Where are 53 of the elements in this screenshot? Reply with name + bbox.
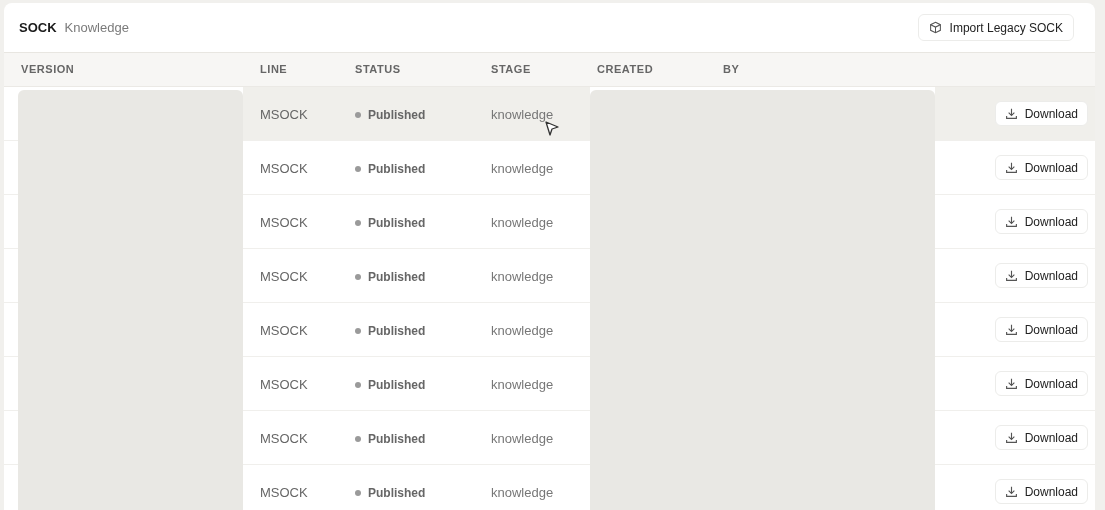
status-label: Published xyxy=(368,484,426,502)
download-icon xyxy=(1004,161,1018,174)
table-row-section[interactable]: MSOCK Published knowledge xyxy=(243,87,590,140)
download-icon xyxy=(1004,269,1018,282)
line-cell: MSOCK xyxy=(260,268,308,284)
line-cell: MSOCK xyxy=(260,430,308,446)
download-icon xyxy=(1004,107,1018,120)
download-button[interactable]: Download xyxy=(994,479,1088,504)
cursor-icon xyxy=(544,120,560,137)
download-button[interactable]: Download xyxy=(994,317,1088,342)
stage-cell: knowledge xyxy=(491,214,554,230)
table-row-section[interactable]: Download xyxy=(935,87,1095,140)
stage-cell: knowledge xyxy=(491,106,554,122)
download-button[interactable]: Download xyxy=(994,209,1088,234)
stage-cell: knowledge xyxy=(491,484,554,500)
status-label: Published xyxy=(368,376,426,394)
download-icon xyxy=(1004,485,1018,498)
download-icon xyxy=(1004,323,1018,336)
download-button[interactable]: Download xyxy=(994,371,1088,396)
import-button[interactable]: Import Legacy SOCK xyxy=(917,14,1074,41)
package-icon xyxy=(928,21,942,34)
download-button[interactable]: Download xyxy=(994,263,1088,288)
status-label: Published xyxy=(368,160,426,178)
download-icon xyxy=(1004,377,1018,390)
line-cell: MSOCK xyxy=(260,106,308,122)
status-label: Published xyxy=(368,106,426,124)
column-header: STAGE xyxy=(491,63,531,76)
status-label: Published xyxy=(368,322,426,340)
download-icon xyxy=(1004,215,1018,228)
stage-cell: knowledge xyxy=(491,376,554,392)
stage-cell: knowledge xyxy=(491,322,554,338)
column-header: STATUS xyxy=(355,63,401,76)
line-cell: MSOCK xyxy=(260,322,308,338)
stage-cell: knowledge xyxy=(491,268,554,284)
stage-cell: knowledge xyxy=(491,430,554,446)
download-icon xyxy=(1004,431,1018,444)
download-button[interactable]: Download xyxy=(994,425,1088,450)
download-button[interactable]: Download xyxy=(994,155,1088,180)
line-cell: MSOCK xyxy=(260,214,308,230)
page-title: SOCK xyxy=(19,18,57,37)
page-subtitle: Knowledge xyxy=(64,18,129,37)
status-label: Published xyxy=(368,268,426,286)
status-label: Published xyxy=(368,214,426,232)
line-cell: MSOCK xyxy=(260,484,308,500)
stage-cell: knowledge xyxy=(491,160,554,176)
download-button[interactable]: Download xyxy=(994,101,1088,126)
column-header: VERSION xyxy=(21,63,75,76)
line-cell: MSOCK xyxy=(260,160,308,176)
column-header: BY xyxy=(723,63,740,76)
line-cell: MSOCK xyxy=(260,376,308,392)
status-label: Published xyxy=(368,430,426,448)
column-header: CREATED xyxy=(597,63,654,76)
column-header: LINE xyxy=(260,63,288,76)
